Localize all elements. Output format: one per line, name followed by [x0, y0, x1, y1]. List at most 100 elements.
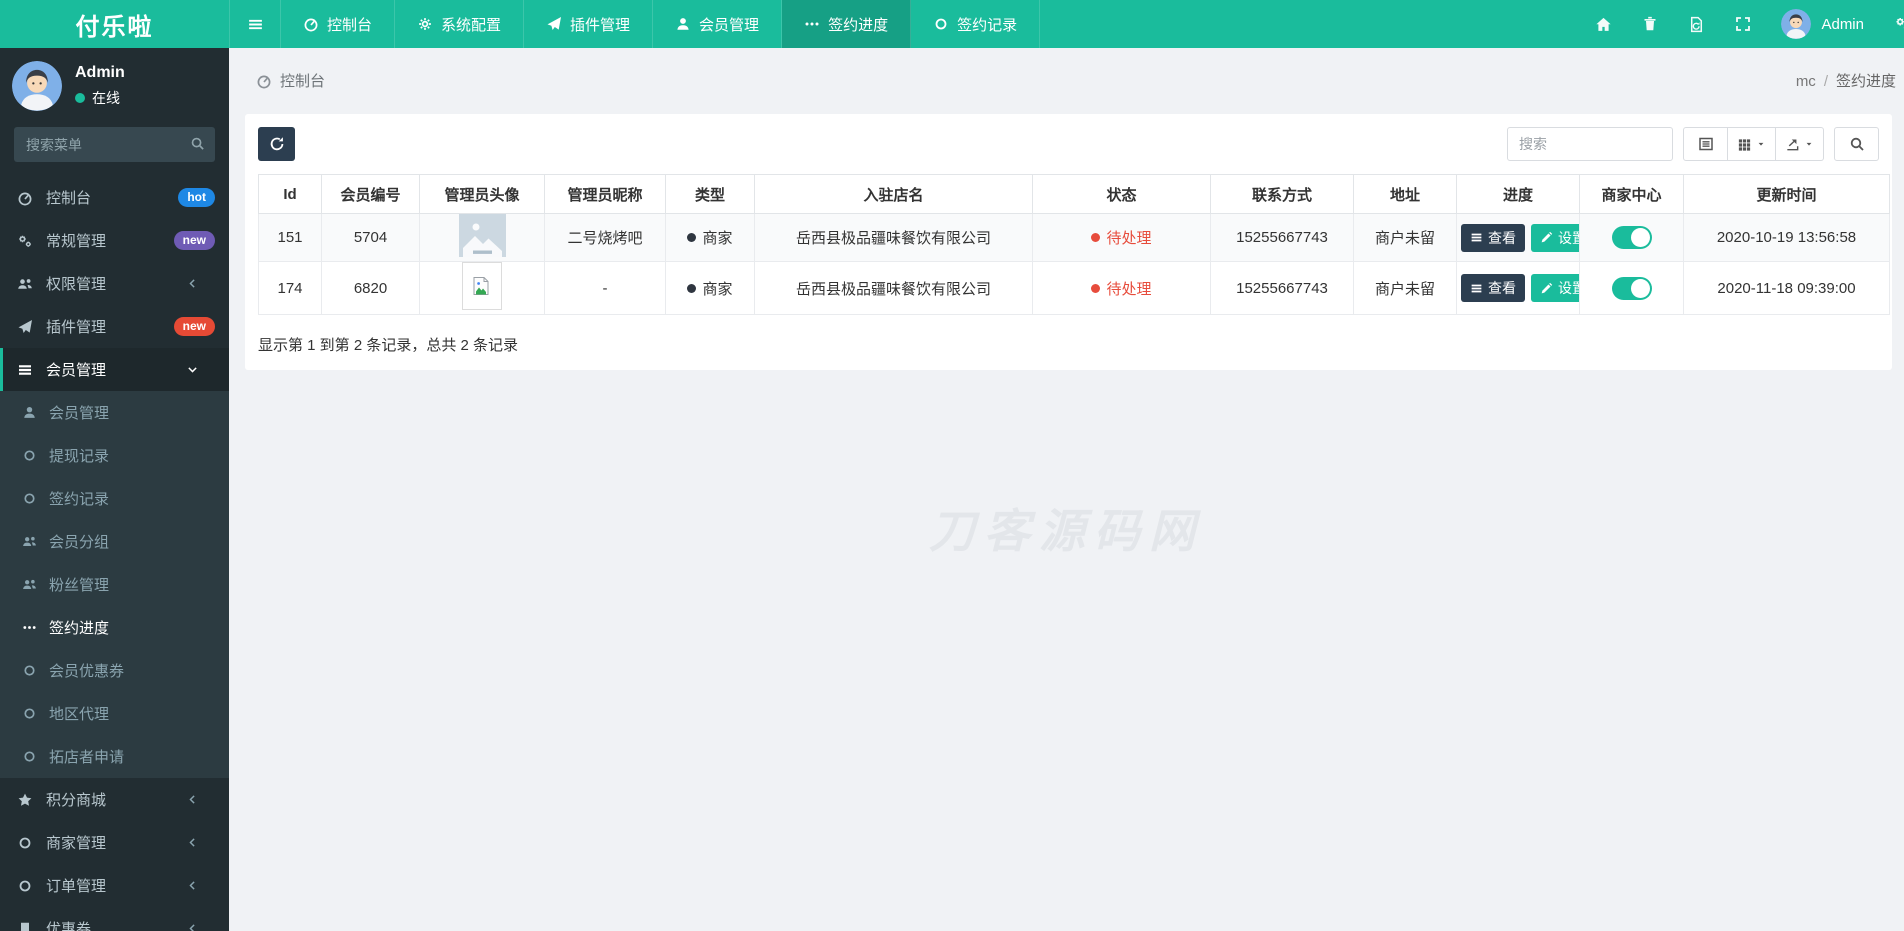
fullscreen-icon[interactable] — [1735, 16, 1751, 32]
topnav-item-members[interactable]: 会员管理 — [653, 0, 783, 48]
sidebar-toggle-button[interactable] — [229, 0, 281, 48]
users-icon — [22, 534, 38, 549]
merchant-center-toggle[interactable] — [1611, 226, 1652, 249]
breadcrumb-parent[interactable]: mc — [1796, 73, 1816, 90]
sidebar-item-general[interactable]: 常规管理 new — [0, 219, 229, 262]
circle-icon — [933, 16, 949, 32]
view-label: 查看 — [1488, 229, 1516, 246]
sidebar-subitem-sign-records[interactable]: 签约记录 — [0, 477, 229, 520]
columns-dropdown-button[interactable] — [1728, 127, 1776, 161]
col-admin-nickname[interactable]: 管理员昵称 — [544, 174, 666, 214]
type-label: 商家 — [702, 230, 733, 247]
members-table: Id 会员编号 管理员头像 管理员昵称 类型 入驻店名 状态 联系方式 地址 进… — [258, 174, 1890, 315]
sidebar-subitem-member-groups[interactable]: 会员分组 — [0, 520, 229, 563]
gauge-icon — [256, 73, 272, 89]
menu-label: 签约记录 — [49, 491, 110, 508]
col-progress[interactable]: 进度 — [1456, 174, 1580, 214]
set-button[interactable]: 设置 — [1531, 223, 1579, 252]
cell-progress-actions: 查看 设置 — [1456, 261, 1580, 315]
star-icon — [17, 792, 35, 808]
sidebar-item-members[interactable]: 会员管理 — [0, 348, 229, 391]
sidebar-subitem-store-applications[interactable]: 拓店者申请 — [0, 735, 229, 778]
col-updated[interactable]: 更新时间 — [1683, 174, 1890, 214]
user-status: 在线 — [75, 88, 125, 108]
merchant-center-toggle[interactable] — [1611, 276, 1652, 300]
menu-label: 拓店者申请 — [49, 749, 125, 766]
table-row[interactable]: 151 5704 二号烧烤吧 商家 岳西县极品疆味餐饮有限公司 待处理 1525… — [258, 213, 1890, 262]
chevron-left-icon — [186, 879, 204, 892]
table-row[interactable]: 174 6820 - 商家 岳西县极品疆味餐饮有限公司 待处理 15255667… — [258, 261, 1890, 315]
table-toolbar — [258, 127, 1879, 161]
sidebar-subitem-withdraw-records[interactable]: 提现记录 — [0, 434, 229, 477]
user-menu[interactable]: Admin — [1781, 9, 1864, 39]
app-logo[interactable]: 付乐啦 — [0, 0, 229, 48]
cell-progress-actions: 查看 设置 — [1456, 213, 1580, 262]
sidebar-item-plugins[interactable]: 插件管理 new — [0, 305, 229, 348]
cell-merchant-center — [1579, 261, 1684, 315]
col-admin-avatar[interactable]: 管理员头像 — [419, 174, 545, 214]
col-member-no[interactable]: 会员编号 — [321, 174, 420, 214]
gears-icon[interactable] — [1894, 15, 1904, 33]
sidebar-subitem-member-list[interactable]: 会员管理 — [0, 391, 229, 434]
refresh-icon — [269, 136, 285, 152]
topnav-label: 会员管理 — [699, 16, 760, 34]
sidebar-item-points-mall[interactable]: 积分商城 — [0, 778, 229, 821]
col-contact[interactable]: 联系方式 — [1210, 174, 1354, 214]
home-icon[interactable] — [1595, 16, 1612, 33]
sidebar-item-coupons[interactable]: 优惠券 — [0, 907, 229, 931]
set-button[interactable]: 设置 — [1531, 274, 1579, 302]
cell-admin-nickname: 二号烧烤吧 — [544, 213, 666, 262]
col-store-name[interactable]: 入驻店名 — [754, 174, 1033, 214]
topnav-item-dashboard[interactable]: 控制台 — [281, 0, 396, 48]
image-placeholder-thumb — [458, 214, 506, 261]
grid-icon — [1737, 137, 1752, 152]
table-search-input[interactable] — [1507, 127, 1673, 161]
trash-icon[interactable] — [1642, 16, 1658, 32]
sidebar-subitem-member-coupons[interactable]: 会员优惠券 — [0, 649, 229, 692]
export-dropdown-button[interactable] — [1776, 127, 1824, 161]
status-label: 待处理 — [1106, 280, 1152, 298]
sidebar-search — [14, 127, 215, 162]
sidebar-search-input[interactable] — [14, 127, 215, 162]
view-label: 查看 — [1488, 280, 1516, 296]
cell-store-name: 岳西县极品疆味餐饮有限公司 — [754, 213, 1033, 262]
menu-label: 签约进度 — [49, 620, 110, 637]
menu-label: 常规管理 — [46, 233, 107, 250]
sidebar-item-dashboard[interactable]: 控制台 hot — [0, 176, 229, 219]
paging-toggle-button[interactable] — [1683, 127, 1728, 161]
sidebar-item-merchants[interactable]: 商家管理 — [0, 821, 229, 864]
sidebar-subitem-region-agents[interactable]: 地区代理 — [0, 692, 229, 735]
col-address[interactable]: 地址 — [1353, 174, 1457, 214]
col-merchant-center[interactable]: 商家中心 — [1579, 174, 1684, 214]
caret-down-icon — [1756, 139, 1766, 149]
cell-address: 商户未留 — [1353, 261, 1457, 315]
topbar-right-tools: Admin — [1595, 0, 1904, 48]
view-button[interactable]: 查看 — [1461, 223, 1525, 252]
status-label: 在线 — [92, 90, 120, 106]
breadcrumb-current: 签约进度 — [1835, 73, 1896, 90]
cell-contact: 15255667743 — [1210, 261, 1354, 315]
topnav-item-system-config[interactable]: 系统配置 — [395, 0, 525, 48]
topnav-label: 签约记录 — [957, 16, 1018, 34]
chevron-left-icon — [186, 922, 204, 931]
user-name: Admin — [1821, 15, 1864, 33]
col-type[interactable]: 类型 — [665, 174, 755, 214]
topnav-label: 签约进度 — [828, 16, 889, 34]
col-status[interactable]: 状态 — [1032, 174, 1211, 214]
status-label: 待处理 — [1106, 230, 1152, 247]
search-button[interactable] — [1834, 127, 1879, 161]
new-badge: new — [173, 317, 215, 336]
topnav-item-sign-progress[interactable]: 签约进度 — [782, 0, 912, 48]
refresh-button[interactable] — [258, 127, 295, 161]
cell-status: 待处理 — [1032, 213, 1211, 262]
col-id[interactable]: Id — [258, 174, 322, 214]
sidebar-item-orders[interactable]: 订单管理 — [0, 864, 229, 907]
sidebar-item-permissions[interactable]: 权限管理 — [0, 262, 229, 305]
pencil-icon — [1540, 231, 1553, 244]
sidebar-subitem-sign-progress[interactable]: 签约进度 — [0, 606, 229, 649]
file-refresh-icon[interactable] — [1688, 16, 1705, 33]
topnav-item-plugins[interactable]: 插件管理 — [524, 0, 654, 48]
view-button[interactable]: 查看 — [1461, 274, 1525, 302]
sidebar-subitem-fans[interactable]: 粉丝管理 — [0, 563, 229, 606]
topnav-item-sign-records[interactable]: 签约记录 — [911, 0, 1041, 48]
